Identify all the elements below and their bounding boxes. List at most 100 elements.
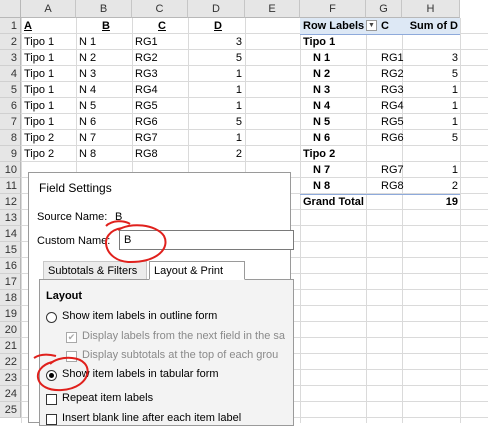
table-cell[interactable]: N 6 xyxy=(79,114,96,130)
row-header-16[interactable]: 16 xyxy=(0,258,21,274)
grand-total-label[interactable]: Grand Total xyxy=(303,194,364,210)
table-cell[interactable]: Tipo 1 xyxy=(24,82,54,98)
row-header-4[interactable]: 4 xyxy=(0,66,21,82)
table-cell[interactable]: 2 xyxy=(188,146,242,162)
table-cell[interactable]: N 7 xyxy=(79,130,96,146)
table-cell[interactable]: RG3 xyxy=(135,66,158,82)
column-header-c[interactable]: C xyxy=(132,0,188,18)
table-cell[interactable]: N 1 xyxy=(79,34,96,50)
table-cell[interactable]: Tipo 1 xyxy=(24,66,54,82)
table-cell[interactable]: 5 xyxy=(188,114,242,130)
pivot-item-cell[interactable]: N 1 xyxy=(313,50,330,66)
table-header-d[interactable]: D xyxy=(214,18,222,34)
table-cell[interactable]: RG5 xyxy=(135,98,158,114)
row-header-11[interactable]: 11 xyxy=(0,178,21,194)
table-cell[interactable]: RG7 xyxy=(135,130,158,146)
row-header-3[interactable]: 3 xyxy=(0,50,21,66)
row-header-15[interactable]: 15 xyxy=(0,242,21,258)
tab-layout-print[interactable]: Layout & Print xyxy=(149,261,245,280)
row-header-18[interactable]: 18 xyxy=(0,290,21,306)
table-cell[interactable]: N 5 xyxy=(79,98,96,114)
repeat-labels-checkbox[interactable] xyxy=(46,394,57,405)
pivot-item-cell[interactable]: 1 xyxy=(404,162,458,178)
table-cell[interactable]: RG2 xyxy=(135,50,158,66)
row-header-12[interactable]: 12 xyxy=(0,194,21,210)
row-header-1[interactable]: 1 xyxy=(0,18,21,34)
column-header-f[interactable]: F xyxy=(300,0,366,18)
pivot-item-cell[interactable]: 3 xyxy=(404,50,458,66)
subtotals-top-checkbox[interactable] xyxy=(66,351,77,362)
table-cell[interactable]: Tipo 2 xyxy=(24,146,54,162)
pivot-item-cell[interactable]: RG7 xyxy=(381,162,404,178)
pivot-item-cell[interactable]: RG1 xyxy=(381,50,404,66)
pivot-group-tipo2[interactable]: Tipo 2 xyxy=(303,146,335,162)
table-cell[interactable]: RG6 xyxy=(135,114,158,130)
table-cell[interactable]: Tipo 1 xyxy=(24,98,54,114)
outline-form-radio[interactable] xyxy=(46,312,57,323)
table-cell[interactable]: N 4 xyxy=(79,82,96,98)
pivot-item-cell[interactable]: 5 xyxy=(404,66,458,82)
filter-dropdown-icon[interactable]: ▼ xyxy=(366,20,377,31)
row-header-21[interactable]: 21 xyxy=(0,338,21,354)
row-header-19[interactable]: 19 xyxy=(0,306,21,322)
table-cell[interactable]: Tipo 1 xyxy=(24,34,54,50)
pivot-item-cell[interactable]: 1 xyxy=(404,98,458,114)
pivot-item-cell[interactable]: N 3 xyxy=(313,82,330,98)
pivot-item-cell[interactable]: 1 xyxy=(404,82,458,98)
row-header-10[interactable]: 10 xyxy=(0,162,21,178)
pivot-item-cell[interactable]: N 7 xyxy=(313,162,330,178)
pivot-item-cell[interactable]: N 6 xyxy=(313,130,330,146)
select-all-corner[interactable] xyxy=(0,0,21,18)
row-header-8[interactable]: 8 xyxy=(0,130,21,146)
pivot-group-tipo1[interactable]: Tipo 1 xyxy=(303,34,335,50)
table-header-c[interactable]: C xyxy=(158,18,166,34)
table-cell[interactable]: N 8 xyxy=(79,146,96,162)
pivot-item-cell[interactable]: N 8 xyxy=(313,178,330,194)
column-header-g[interactable]: G xyxy=(366,0,402,18)
column-header-h[interactable]: H xyxy=(402,0,460,18)
pivot-item-cell[interactable]: RG5 xyxy=(381,114,404,130)
pivot-sum-header[interactable]: Sum of D xyxy=(404,18,458,34)
pivot-item-cell[interactable]: RG2 xyxy=(381,66,404,82)
table-cell[interactable]: RG1 xyxy=(135,34,158,50)
custom-name-input[interactable]: B xyxy=(119,230,294,250)
tab-subtotals-filters[interactable]: Subtotals & Filters xyxy=(43,261,147,280)
pivot-item-cell[interactable]: 1 xyxy=(404,114,458,130)
row-header-14[interactable]: 14 xyxy=(0,226,21,242)
table-cell[interactable]: 1 xyxy=(188,98,242,114)
pivot-item-cell[interactable]: N 5 xyxy=(313,114,330,130)
pivot-item-cell[interactable]: RG3 xyxy=(381,82,404,98)
row-header-9[interactable]: 9 xyxy=(0,146,21,162)
column-header-e[interactable]: E xyxy=(245,0,300,18)
row-header-23[interactable]: 23 xyxy=(0,370,21,386)
table-cell[interactable]: 1 xyxy=(188,82,242,98)
table-cell[interactable]: 1 xyxy=(188,130,242,146)
column-header-a[interactable]: A xyxy=(21,0,76,18)
row-header-25[interactable]: 25 xyxy=(0,402,21,418)
blank-line-label[interactable]: Insert blank line after each item label xyxy=(62,412,241,424)
table-cell[interactable]: N 3 xyxy=(79,66,96,82)
row-header-6[interactable]: 6 xyxy=(0,98,21,114)
pivot-item-cell[interactable]: RG8 xyxy=(381,178,404,194)
outline-form-label[interactable]: Show item labels in outline form xyxy=(62,310,217,322)
table-cell[interactable]: Tipo 1 xyxy=(24,114,54,130)
row-header-2[interactable]: 2 xyxy=(0,34,21,50)
pivot-item-cell[interactable]: RG6 xyxy=(381,130,404,146)
row-header-24[interactable]: 24 xyxy=(0,386,21,402)
row-header-5[interactable]: 5 xyxy=(0,82,21,98)
repeat-labels-label[interactable]: Repeat item labels xyxy=(62,392,153,404)
pivot-row-labels-header[interactable]: Row Labels xyxy=(303,18,364,34)
table-header-a[interactable]: A xyxy=(24,18,32,34)
blank-line-checkbox[interactable] xyxy=(46,414,57,425)
row-header-7[interactable]: 7 xyxy=(0,114,21,130)
table-cell[interactable]: RG8 xyxy=(135,146,158,162)
table-cell[interactable]: N 2 xyxy=(79,50,96,66)
table-cell[interactable]: 3 xyxy=(188,34,242,50)
row-header-20[interactable]: 20 xyxy=(0,322,21,338)
table-cell[interactable]: Tipo 2 xyxy=(24,130,54,146)
row-header-22[interactable]: 22 xyxy=(0,354,21,370)
pivot-c-header[interactable]: C xyxy=(381,18,389,34)
pivot-item-cell[interactable]: 5 xyxy=(404,130,458,146)
column-header-d[interactable]: D xyxy=(188,0,245,18)
grand-total-value[interactable]: 19 xyxy=(404,194,458,210)
